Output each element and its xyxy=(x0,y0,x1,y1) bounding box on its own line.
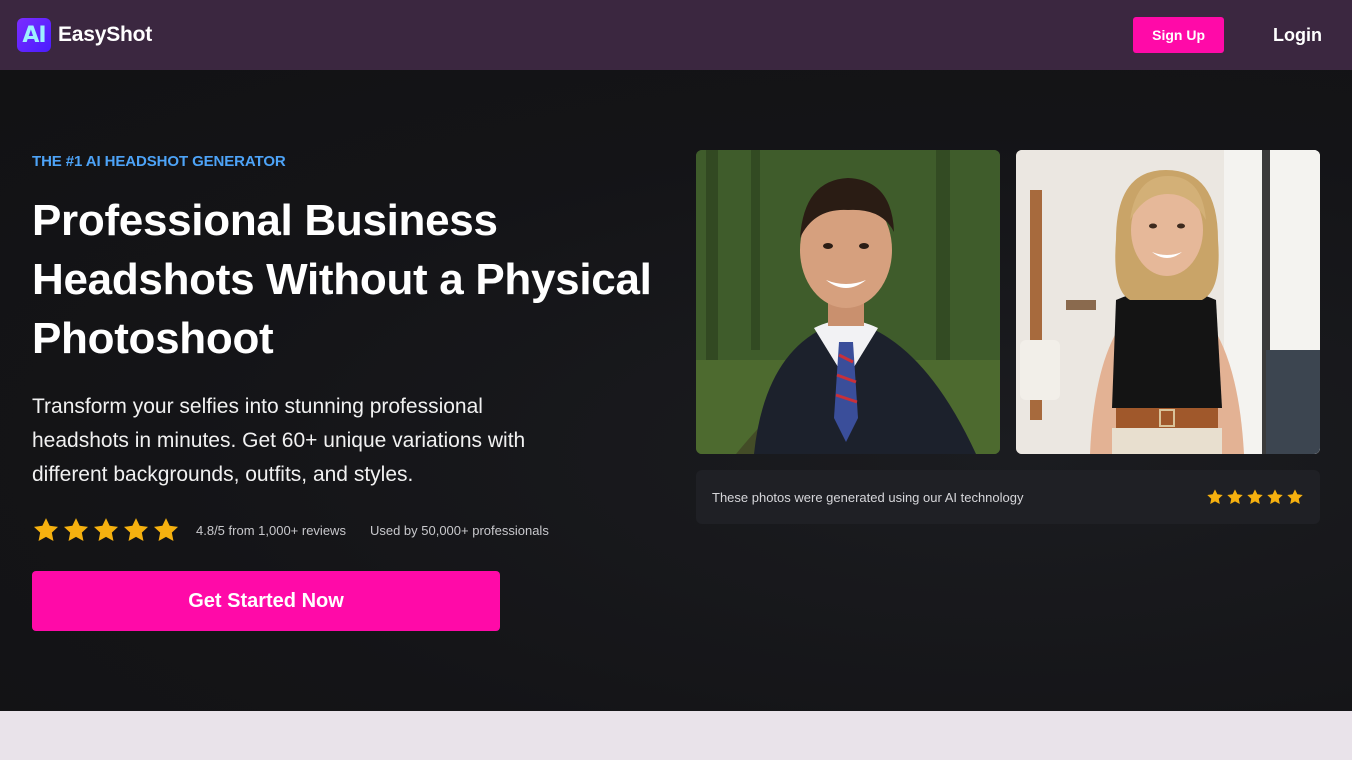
star-icon xyxy=(93,518,119,541)
rating-stars xyxy=(32,516,180,544)
nav-actions: Sign Up Login xyxy=(1133,17,1322,53)
hero-eyebrow: THE #1 AI HEADSHOT GENERATOR xyxy=(32,153,286,170)
star-icon xyxy=(63,518,89,541)
headshot-woman-illustration xyxy=(1016,150,1320,454)
headshot-woman-image xyxy=(1016,150,1320,454)
star-icon xyxy=(1267,489,1283,505)
brand[interactable]: AI EasyShot xyxy=(17,18,152,52)
login-link[interactable]: Login xyxy=(1273,25,1322,46)
headshot-man-image xyxy=(696,150,1000,454)
hero-subtext: Transform your selfies into stunning pro… xyxy=(32,395,526,486)
star-icon xyxy=(1287,489,1303,505)
star-icon xyxy=(1247,489,1263,505)
hero-headline: Professional Business Headshots Without … xyxy=(32,196,652,363)
brand-name: EasyShot xyxy=(58,23,153,46)
headshot-man-illustration xyxy=(696,150,1000,454)
star-icon xyxy=(33,518,59,541)
star-icon xyxy=(153,518,179,541)
gallery-caption: These photos were generated using our AI… xyxy=(696,470,1320,524)
caption-text: These photos were generated using our AI… xyxy=(712,489,1024,505)
star-icon xyxy=(1207,489,1223,505)
logo-icon: AI xyxy=(17,18,51,52)
users-count-text: Used by 50,000+ professionals xyxy=(369,522,549,538)
rating-text: 4.8/5 from 1,000+ reviews xyxy=(196,522,346,538)
rating-row: 4.8/5 from 1,000+ reviews Used by 50,000… xyxy=(32,516,549,544)
get-started-button[interactable]: Get Started Now xyxy=(32,571,500,631)
star-icon xyxy=(1227,489,1243,505)
next-section-band xyxy=(0,711,1352,760)
hero-section: THE #1 AI HEADSHOT GENERATOR Professiona… xyxy=(0,70,1352,711)
star-icon xyxy=(123,518,149,541)
signup-button[interactable]: Sign Up xyxy=(1133,17,1225,53)
top-nav: AI EasyShot Sign Up Login xyxy=(0,0,1352,70)
caption-stars xyxy=(1206,488,1304,506)
